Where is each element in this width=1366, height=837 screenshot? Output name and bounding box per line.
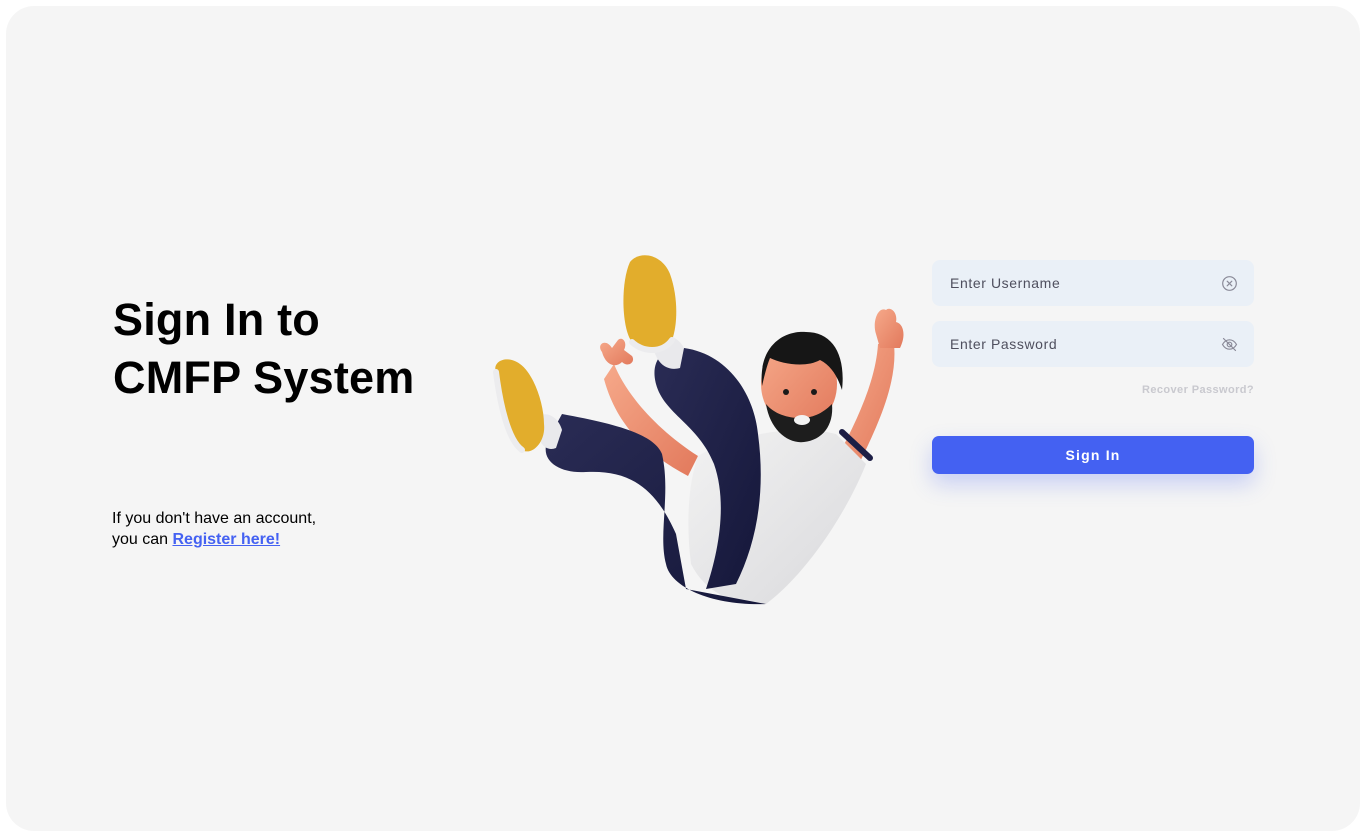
password-input[interactable] (932, 321, 1220, 367)
register-prompt: If you don't have an account, you can Re… (112, 508, 316, 550)
sign-in-button[interactable]: Sign In (932, 436, 1254, 474)
register-link[interactable]: Register here! (172, 531, 280, 548)
clear-circle-icon[interactable] (1221, 275, 1238, 292)
page-title: Sign In to CMFP System (113, 291, 414, 407)
page-title-line1: Sign In to (113, 294, 320, 345)
falling-man-illustration (493, 255, 904, 605)
register-prompt-prefix: you can (112, 531, 173, 548)
page-title-line2: CMFP System (113, 352, 415, 403)
recover-password-link[interactable]: Recover Password? (1106, 384, 1254, 396)
password-field[interactable] (932, 321, 1254, 367)
register-prompt-line1: If you don't have an account, (112, 510, 317, 527)
username-input[interactable] (932, 260, 1220, 306)
username-field[interactable] (932, 260, 1254, 306)
eye-slash-icon[interactable] (1221, 336, 1238, 353)
page-frame: Sign In to CMFP System If you don't have… (6, 6, 1360, 831)
